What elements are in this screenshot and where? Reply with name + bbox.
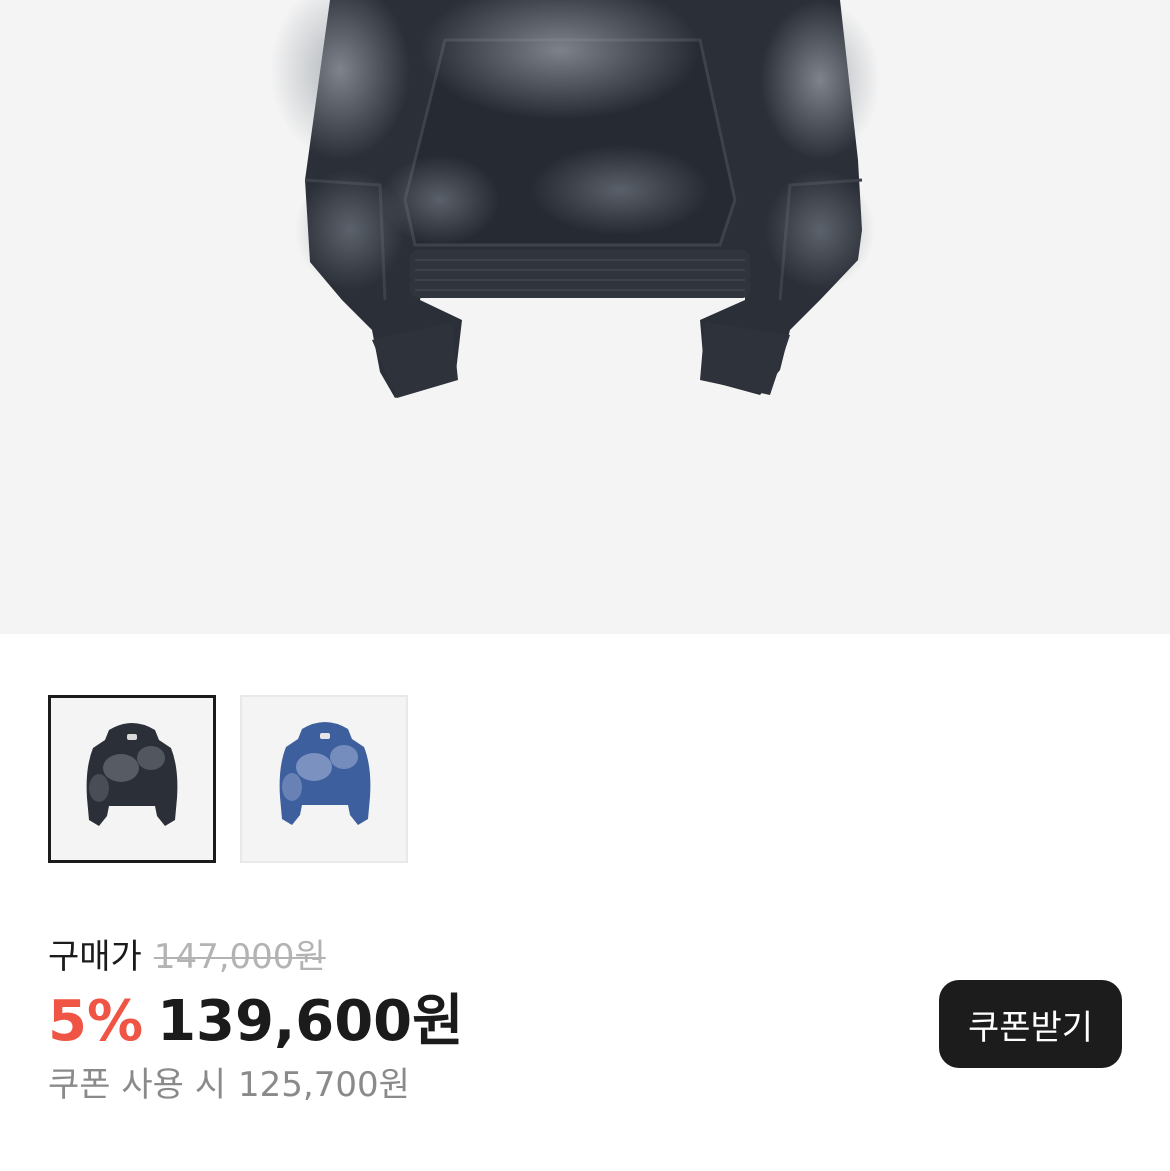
thumbnail-list [48, 695, 408, 863]
original-price: 147,000원 [153, 937, 326, 977]
price-label: 구매가 [48, 937, 142, 977]
coupon-price: 125,700원 [238, 1065, 410, 1105]
sale-price: 139,600원 [157, 989, 464, 1054]
black-hoodie-thumbnail-icon [86, 723, 178, 826]
discount-rate: 5% [48, 989, 144, 1054]
coupon-price-row: 쿠폰 사용 시 125,700원 [48, 1063, 464, 1107]
sale-price-row: 5% 139,600원 [48, 987, 464, 1057]
price-block: 구매가 147,000원 5% 139,600원 쿠폰 사용 시 125,700… [48, 935, 464, 1107]
hoodie-image [270, 0, 880, 398]
blue-hoodie-thumbnail-icon [279, 722, 371, 825]
get-coupon-button[interactable]: 쿠폰받기 [939, 980, 1122, 1068]
thumbnail-black-hoodie[interactable] [48, 695, 216, 863]
product-main-image[interactable] [0, 0, 1170, 634]
coupon-price-label: 쿠폰 사용 시 [48, 1065, 227, 1105]
thumbnail-blue-hoodie[interactable] [240, 695, 408, 863]
original-price-row: 구매가 147,000원 [48, 935, 464, 979]
